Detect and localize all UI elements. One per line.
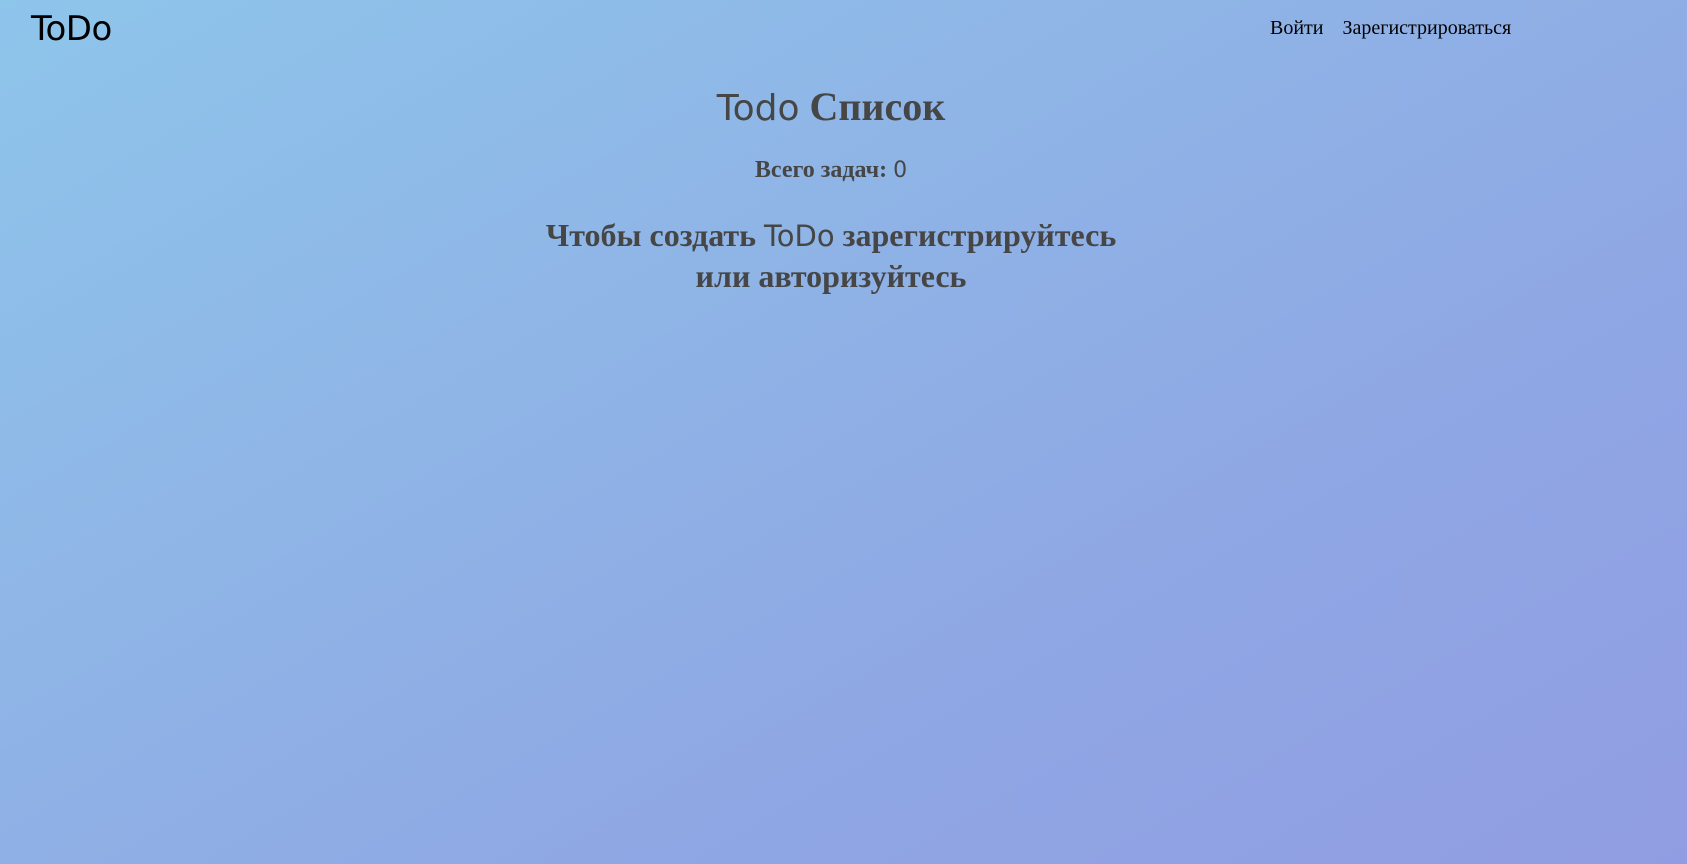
title-text: Список [799,84,946,129]
title-brand: Todo [716,88,800,129]
top-nav: Войти Зарегистрироваться [1270,17,1511,40]
auth-notice: Чтобы создать ToDo зарегистрируйтесь или … [511,215,1151,296]
page-title: Todo Список [0,78,1662,138]
notice-brand: ToDo [764,219,835,253]
login-link[interactable]: Войти [1270,17,1324,40]
main-content: Todo Список Всего задач: 0 Чтобы создать… [0,78,1662,296]
logo-link[interactable]: ToDo [31,9,112,49]
notice-text-end: зарегистрируйтесь [834,217,1117,253]
task-count-value: 0 [893,158,908,183]
task-count-label: Всего задач: [754,157,894,183]
register-link[interactable]: Зарегистрироваться [1343,17,1512,40]
task-count: Всего задач: 0 [0,153,1662,188]
notice-text-start: Чтобы создать [545,217,764,253]
notice-text-line2: или авторизуйтесь [695,258,967,294]
